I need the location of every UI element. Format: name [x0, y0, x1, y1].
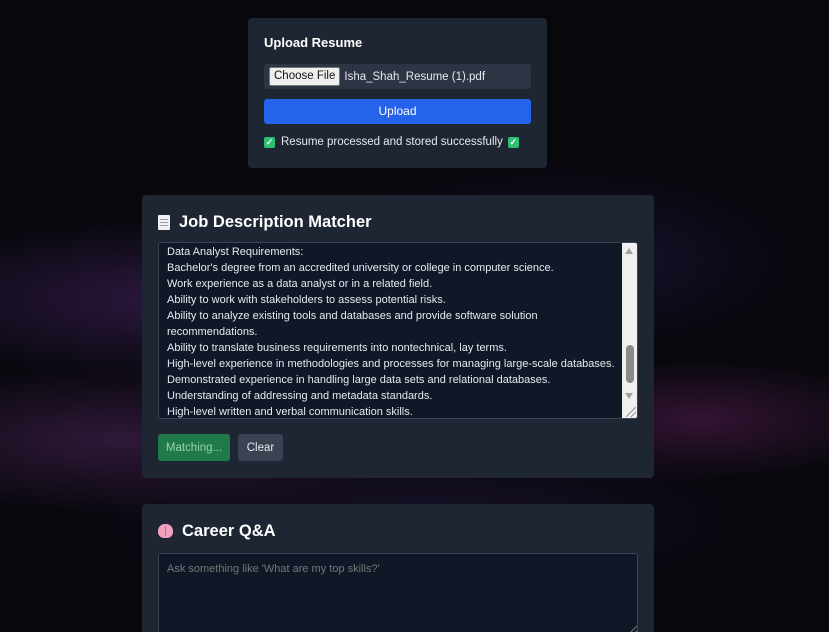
career-question-input[interactable]	[158, 553, 638, 632]
document-icon	[158, 214, 170, 230]
qa-section-title: Career Q&A	[182, 521, 276, 540]
resize-handle-icon[interactable]	[627, 626, 637, 632]
selected-file-name: Isha_Shah_Resume (1).pdf	[344, 70, 486, 83]
resize-handle-icon[interactable]	[626, 407, 636, 417]
career-qa-card: Career Q&A	[142, 504, 654, 632]
jd-section-header: Job Description Matcher	[158, 212, 638, 232]
choose-file-button[interactable]: Choose File	[269, 67, 341, 86]
check-mark-icon: ✓	[264, 136, 275, 148]
scroll-down-arrow-icon[interactable]	[625, 393, 633, 399]
job-description-text: Data Analyst Requirements: Bachelor's de…	[167, 246, 615, 418]
job-description-matcher-card: Job Description Matcher Data Analyst Req…	[142, 195, 654, 478]
jd-section-title: Job Description Matcher	[179, 212, 372, 231]
upload-resume-card: Upload Resume Choose File Isha_Shah_Resu…	[248, 18, 547, 168]
clear-button[interactable]: Clear	[238, 434, 283, 461]
match-button[interactable]: Matching...	[158, 434, 230, 461]
qa-input-wrapper	[158, 553, 638, 632]
jd-actions: Matching... Clear	[158, 434, 638, 461]
check-mark-icon: ✓	[507, 136, 519, 148]
file-input[interactable]: Choose File Isha_Shah_Resume (1).pdf	[264, 64, 531, 89]
scrollbar-thumb[interactable]	[626, 345, 634, 383]
qa-section-header: Career Q&A	[158, 521, 638, 541]
upload-status-text: Resume processed and stored successfully	[281, 136, 503, 148]
textarea-scrollbar[interactable]	[622, 243, 637, 418]
upload-title: Upload Resume	[264, 35, 363, 50]
job-description-textarea[interactable]: Data Analyst Requirements: Bachelor's de…	[158, 242, 638, 419]
brain-icon	[158, 524, 173, 538]
upload-status: ✓ Resume processed and stored successful…	[264, 136, 531, 148]
scroll-up-arrow-icon[interactable]	[625, 248, 633, 254]
upload-button[interactable]: Upload	[264, 99, 531, 124]
